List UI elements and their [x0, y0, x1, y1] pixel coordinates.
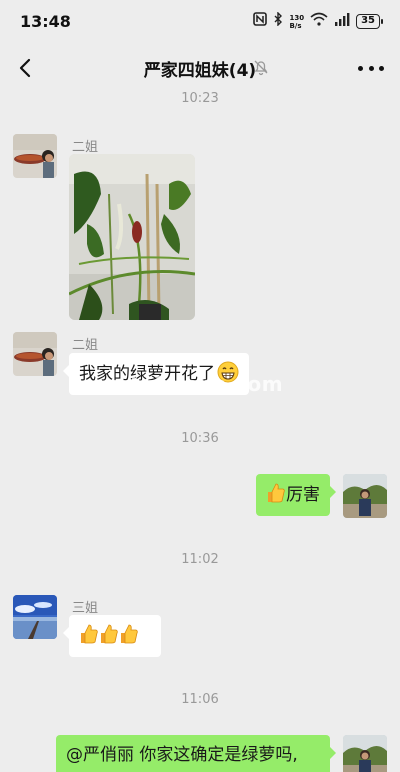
thumbs-up-icon: [266, 482, 286, 504]
mute-bell-icon: [252, 58, 270, 76]
message-text: @严俏丽 你家这确定是绿萝吗,: [66, 745, 298, 765]
thumbs-up-icon: [79, 623, 99, 645]
avatar-third-sister[interactable]: [13, 595, 57, 639]
network-speed: 130 B/s: [289, 14, 304, 30]
timestamp: 10:23: [181, 91, 219, 106]
sender-name: 二姐: [72, 338, 99, 353]
status-time: 13:48: [20, 12, 71, 31]
thumbs-up-icon: [99, 623, 119, 645]
status-icons: 130 B/s 35: [253, 11, 383, 31]
more-dot: [368, 65, 374, 71]
message-bubble-outgoing[interactable]: 厉害: [256, 474, 336, 516]
signal-icon: [334, 12, 350, 31]
battery-indicator: 35: [356, 14, 383, 29]
speed-value: 130: [289, 13, 305, 22]
nfc-icon: [253, 12, 268, 31]
avatar-self[interactable]: [343, 735, 387, 772]
thumbs-up-icon: [119, 623, 139, 645]
message-bubble-outgoing[interactable]: @严俏丽 你家这确定是绿萝吗,: [56, 735, 336, 772]
more-options-icon[interactable]: [358, 58, 384, 78]
status-bar: 13:48 130 B/s 35: [0, 0, 400, 44]
chat-title[interactable]: 严家四姐妹(4): [144, 61, 256, 81]
timestamp: 11:06: [181, 692, 219, 707]
timestamp: 10:36: [181, 431, 219, 446]
avatar-second-sister[interactable]: [13, 332, 57, 376]
wifi-icon: [310, 12, 328, 31]
avatar-self[interactable]: [343, 474, 387, 518]
speed-unit: B/s: [289, 21, 302, 30]
sender-name: 三姐: [72, 601, 99, 616]
message-text: 厉害: [286, 485, 320, 505]
plant-photo[interactable]: [69, 154, 195, 320]
watermark: tuhuaba.com: [130, 372, 284, 396]
timestamp: 11:02: [181, 552, 219, 567]
more-dot: [379, 65, 384, 71]
more-dot: [358, 65, 363, 71]
sender-name: 二姐: [72, 140, 99, 155]
chat-header: 严家四姐妹(4): [0, 44, 400, 92]
title-wrap: 严家四姐妹(4): [0, 56, 400, 81]
message-bubble[interactable]: [63, 615, 161, 657]
bluetooth-icon: [273, 11, 283, 31]
avatar-second-sister[interactable]: [13, 134, 57, 178]
